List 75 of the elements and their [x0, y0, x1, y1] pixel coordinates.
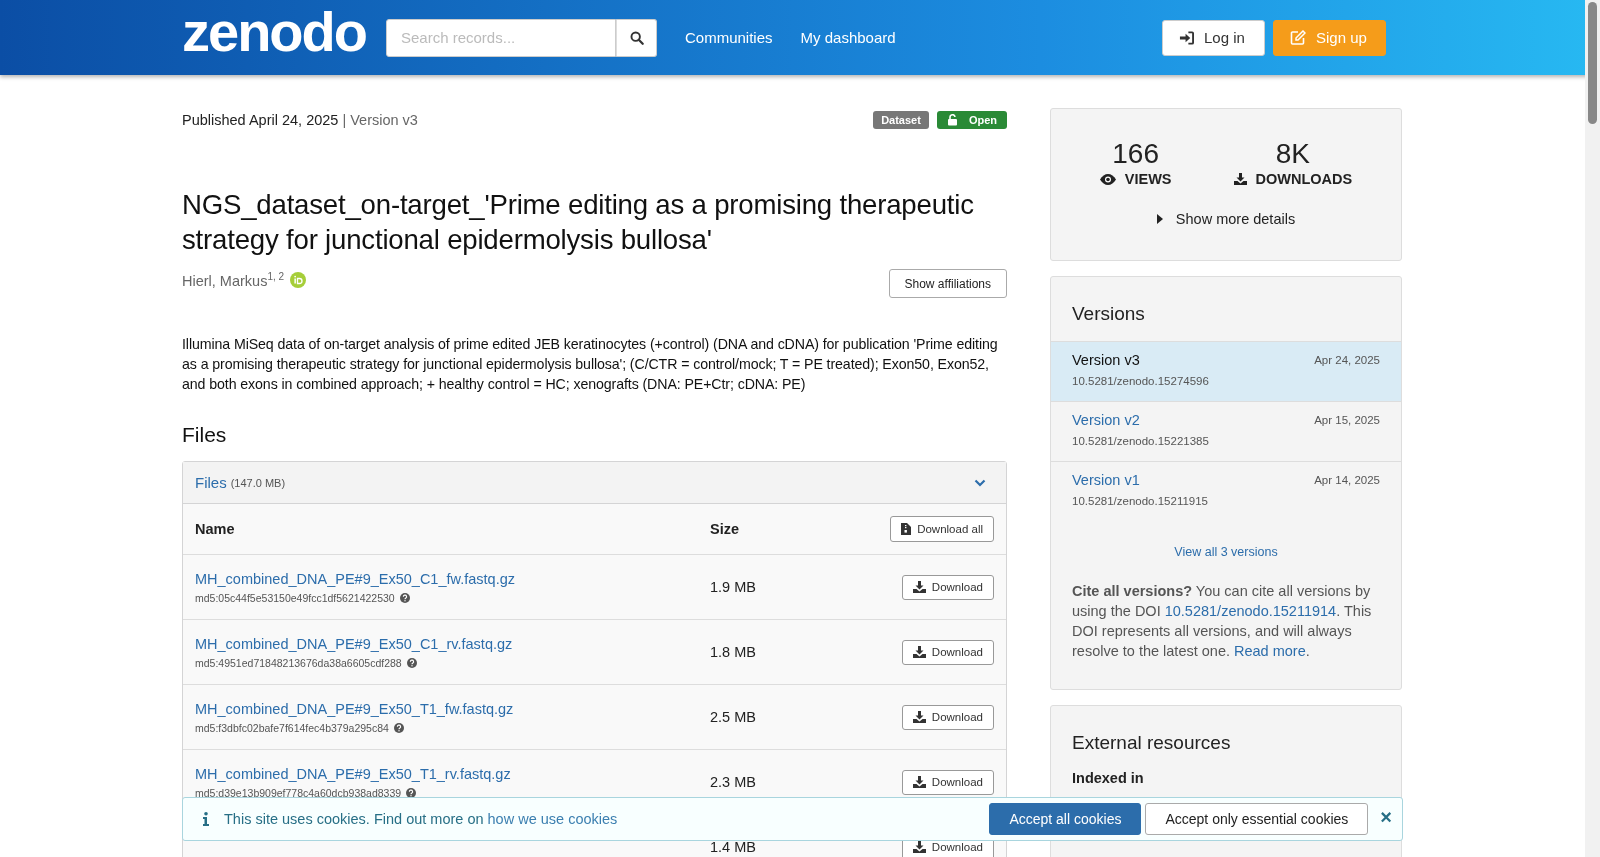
- download-button[interactable]: Download: [901, 769, 994, 795]
- download-button[interactable]: Download: [901, 704, 994, 730]
- logo[interactable]: zenodo: [182, 3, 386, 60]
- publication-date: Published April 24, 2025: [182, 112, 339, 128]
- panel-heading: Versions: [1071, 302, 1146, 326]
- type-badge: Dataset: [873, 111, 929, 129]
- view-all-versions-link[interactable]: View all 3 versions: [1174, 545, 1278, 559]
- version-label: | Version v3: [342, 112, 418, 128]
- download-all-button[interactable]: Download all: [890, 516, 994, 542]
- login-button[interactable]: Log in: [1162, 19, 1265, 56]
- file-size: 2.3 MB: [710, 774, 757, 790]
- lock-icon: [946, 114, 959, 126]
- version-item[interactable]: Version v1 Apr 14, 2025 10.5281/zenodo.15211915: [1051, 461, 1401, 521]
- file-link[interactable]: MH_combined_DNA_PE#9_Ex50_C1_rv.fastq.gz: [195, 635, 710, 652]
- accept-essential-button[interactable]: Accept only essential cookies: [1145, 803, 1369, 835]
- help-icon: [406, 657, 417, 668]
- column-header: Name: [195, 521, 236, 537]
- show-more-details-button[interactable]: Show more details: [1156, 211, 1296, 227]
- download-icon: [912, 776, 926, 788]
- download-button[interactable]: Download: [901, 639, 994, 665]
- accept-all-button[interactable]: Accept all cookies: [989, 803, 1142, 835]
- files-total-size: (147.0 MB): [230, 476, 286, 489]
- download-icon: [912, 646, 926, 658]
- nav-link[interactable]: Communities: [685, 29, 773, 46]
- cookie-policy-link[interactable]: how we use cookies: [487, 811, 618, 827]
- help-icon: [399, 592, 410, 603]
- description: Illumina MiSeq data of on-target analysis of prime edited JEB keratinocytes (+control) (DNA and cDNA) for publication 'Prime editing as a promising therapeutic strategy for junctional epidermolysis bullosa'; (C/CTR = control/mock; T = PE treated); Exon50, Exon52, and both exons in combined approach; + healthy control = HC; xenografts (DNA: PE+Ctr; cDNA: PE): [182, 335, 999, 394]
- download-icon: [912, 711, 926, 723]
- file-checksum: md5:05c44f5e53150e49fcc1df5621422530: [195, 591, 395, 604]
- download-button[interactable]: Download: [901, 574, 994, 600]
- search-icon: [629, 30, 644, 45]
- file-link[interactable]: MH_combined_DNA_PE#9_Ex50_C1_fw.fastq.gz: [195, 570, 710, 587]
- file-link[interactable]: MH_combined_DNA_PE#9_Ex50_T1_rv.fastq.gz: [195, 765, 710, 782]
- file-checksum: md5:d39e13b909ef778c4a60dcb938ad8339: [195, 786, 402, 799]
- edit-icon: [1290, 30, 1306, 45]
- help-icon: [393, 722, 404, 733]
- orcid-icon: [290, 271, 307, 288]
- files-toggle[interactable]: Files: [195, 474, 227, 491]
- scrollbar[interactable]: [1588, 2, 1597, 124]
- caret-icon: [1156, 214, 1163, 224]
- panel-heading: External resources: [1071, 731, 1232, 755]
- download-icon: [912, 581, 926, 593]
- download-icon: [912, 841, 926, 853]
- show-affiliations-button[interactable]: Show affiliations: [888, 269, 1007, 298]
- file-checksum: md5:f3dbfc02bafe7f614fec4b379a295c84: [195, 721, 389, 734]
- search-button[interactable]: [616, 18, 657, 57]
- read-more-link[interactable]: Read more: [1234, 643, 1306, 659]
- record-title: NGS_dataset_on-target_'Prime editing as a promising therapeutic strategy for junctional epidermolysis bullosa': [182, 188, 975, 257]
- author-name[interactable]: Hierl, Markus$^{1, 2}$: [182, 271, 285, 289]
- subheading: Indexed in: [1071, 770, 1145, 786]
- login-icon: [1179, 30, 1194, 45]
- column-header: Size: [710, 521, 740, 537]
- file-icon: [901, 523, 912, 535]
- version-item[interactable]: Version v2 Apr 15, 2025 10.5281/zenodo.15221385: [1051, 401, 1401, 461]
- close-button[interactable]: ×: [1380, 805, 1392, 829]
- eye-icon: [1099, 173, 1116, 185]
- file-size: 2.5 MB: [710, 709, 757, 725]
- search-field[interactable]: Search records...: [386, 18, 616, 57]
- cookie-message: This site uses cookies. Find out more on how we use cookies: [224, 811, 618, 827]
- stat-label: VIEWS: [1124, 171, 1172, 187]
- info-icon: [203, 812, 209, 826]
- stat-label: DOWNLOADS: [1255, 171, 1353, 187]
- file-link[interactable]: MH_combined_DNA_PE#9_Ex50_T1_fw.fastq.gz: [195, 700, 710, 717]
- nav-link[interactable]: My dashboard: [800, 29, 896, 46]
- version-item[interactable]: Version v3 Apr 24, 2025 10.5281/zenodo.15274596: [1051, 341, 1401, 401]
- stat-value: 166: [1112, 137, 1159, 171]
- stat-value: 8K: [1275, 137, 1310, 171]
- download-icon: [1233, 173, 1247, 185]
- cite-text: Cite all versions? You can cite all versions by using the DOI 10.5281/zenodo.15211914. This DOI represents all versions, and will always resolve to the latest one. Read more.: [1071, 582, 1373, 661]
- file-size: 1.4 MB: [710, 839, 757, 855]
- access-badge: Open: [936, 111, 1007, 129]
- file-checksum: md5:4951ed71848213676da38a6605cdf288: [195, 656, 402, 669]
- section-heading: Files: [182, 423, 228, 447]
- file-size: 1.8 MB: [710, 644, 757, 660]
- file-size: 1.9 MB: [710, 579, 757, 595]
